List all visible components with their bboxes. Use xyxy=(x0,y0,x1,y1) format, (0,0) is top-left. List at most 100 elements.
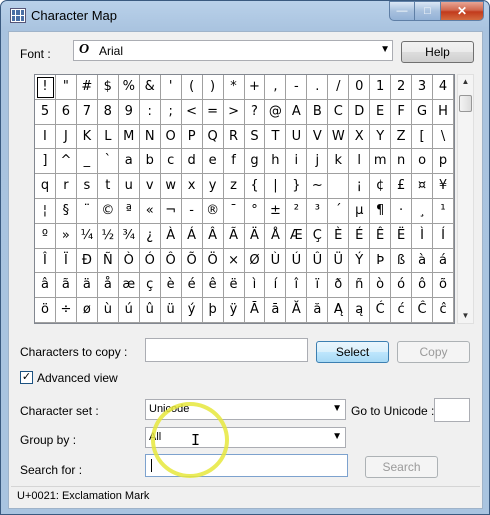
character-cell[interactable]: ó xyxy=(391,273,413,299)
character-cell[interactable]: O xyxy=(160,124,182,150)
character-cell[interactable]: · xyxy=(391,198,413,224)
character-cell[interactable]: é xyxy=(181,273,203,299)
character-cell[interactable]: â xyxy=(35,273,56,299)
character-cell[interactable]: Ú xyxy=(286,248,308,274)
character-cell[interactable]: ® xyxy=(202,198,224,224)
character-cell[interactable]: P xyxy=(181,124,203,150)
character-cell[interactable]: ¾ xyxy=(118,223,140,249)
character-cell[interactable]: Ä xyxy=(244,223,266,249)
character-cell[interactable]: Ë xyxy=(391,223,413,249)
character-cell[interactable]: Ø xyxy=(244,248,266,274)
character-cell[interactable]: j xyxy=(307,149,329,175)
scroll-up-arrow-icon[interactable]: ▲ xyxy=(458,75,473,89)
character-cell[interactable]: © xyxy=(97,198,119,224)
characters-to-copy-input[interactable] xyxy=(145,338,308,362)
character-cell[interactable]: ā xyxy=(265,298,287,323)
character-cell[interactable]: R xyxy=(223,124,245,150)
character-cell[interactable]: W xyxy=(328,124,350,150)
character-cell[interactable]: Á xyxy=(181,223,203,249)
character-cell[interactable]: e xyxy=(202,149,224,175)
character-cell[interactable]: Q xyxy=(202,124,224,150)
character-cell[interactable]: Ê xyxy=(370,223,392,249)
character-cell[interactable]: # xyxy=(76,75,98,100)
character-cell[interactable]: Ö xyxy=(202,248,224,274)
character-cell[interactable]: > xyxy=(223,99,245,125)
character-cell[interactable]: Å xyxy=(265,223,287,249)
character-cell[interactable]: º xyxy=(35,223,56,249)
character-cell[interactable]: Ý xyxy=(349,248,371,274)
character-cell[interactable]: | xyxy=(265,174,287,199)
character-cell[interactable]: Ĉ xyxy=(412,298,434,323)
character-cell[interactable]: L xyxy=(97,124,119,150)
close-button[interactable]: ✕ xyxy=(441,1,484,21)
character-cell[interactable]: w xyxy=(160,174,182,199)
character-cell[interactable]: X xyxy=(349,124,371,150)
character-cell[interactable]: ¦ xyxy=(35,198,56,224)
character-cell[interactable]: ¼ xyxy=(76,223,98,249)
character-cell[interactable]: [ xyxy=(412,124,434,150)
character-cell[interactable]: § xyxy=(55,198,77,224)
character-cell[interactable]: ü xyxy=(160,298,182,323)
character-cell[interactable]: ´ xyxy=(328,198,350,224)
character-cell[interactable]: ¤ xyxy=(412,174,434,199)
character-cell[interactable]: h xyxy=(265,149,287,175)
character-cell[interactable]: o xyxy=(412,149,434,175)
character-cell[interactable]: ò xyxy=(370,273,392,299)
character-cell[interactable]: $ xyxy=(97,75,119,100)
character-cell[interactable]: ß xyxy=(391,248,413,274)
character-cell[interactable]: + xyxy=(244,75,266,100)
character-cell[interactable]: p xyxy=(433,149,454,175)
character-cell[interactable]: V xyxy=(307,124,329,150)
character-cell[interactable]: y xyxy=(202,174,224,199)
character-cell[interactable]: µ xyxy=(349,198,371,224)
character-cell[interactable]: á xyxy=(433,248,454,274)
character-cell[interactable]: Ç xyxy=(307,223,329,249)
character-cell[interactable]: B xyxy=(307,99,329,125)
character-cell[interactable]: ć xyxy=(391,298,413,323)
character-cell[interactable]: ö xyxy=(35,298,56,323)
character-cell[interactable]: g xyxy=(244,149,266,175)
character-cell[interactable]: ô xyxy=(412,273,434,299)
character-cell[interactable]: q xyxy=(35,174,56,199)
character-map-app-icon[interactable] xyxy=(10,8,26,23)
character-cell[interactable]: « xyxy=(139,198,161,224)
character-cell[interactable]: - xyxy=(286,75,308,100)
character-cell[interactable]: ^ xyxy=(55,149,77,175)
character-cell[interactable]: & xyxy=(139,75,161,100)
character-cell[interactable]: _ xyxy=(76,149,98,175)
character-cell[interactable]: F xyxy=(391,99,413,125)
character-cell[interactable]: Ï xyxy=(55,248,77,274)
character-cell[interactable]: < xyxy=(181,99,203,125)
character-cell[interactable]: I xyxy=(35,124,56,150)
character-cell[interactable]: Û xyxy=(307,248,329,274)
character-cell[interactable]: ú xyxy=(118,298,140,323)
search-button[interactable]: Search xyxy=(365,456,438,478)
character-cell[interactable]: ÷ xyxy=(55,298,77,323)
character-cell[interactable]: ) xyxy=(202,75,224,100)
character-cell[interactable]: ç xyxy=(139,273,161,299)
character-cell[interactable]: , xyxy=(265,75,287,100)
character-cell[interactable]: 2 xyxy=(391,75,413,100)
character-cell[interactable]: ý xyxy=(181,298,203,323)
character-cell[interactable]: b xyxy=(139,149,161,175)
character-cell[interactable]: ` xyxy=(97,149,119,175)
character-cell[interactable]: É xyxy=(349,223,371,249)
character-cell[interactable]: î xyxy=(286,273,308,299)
character-cell[interactable]: ¢ xyxy=(370,174,392,199)
character-grid[interactable]: ! " # $% & '() * +, -./0 1 2 3 4 5 6 7 8 9:; < = >? @ A B C D E F G H… xyxy=(34,74,455,324)
select-button[interactable]: Select xyxy=(316,341,389,363)
character-cell[interactable]: H xyxy=(433,99,454,125)
character-cell[interactable]: E xyxy=(370,99,392,125)
character-cell[interactable]: C xyxy=(328,99,350,125)
character-cell[interactable]: A xyxy=(286,99,308,125)
copy-button[interactable]: Copy xyxy=(397,341,470,363)
character-cell[interactable]: Ó xyxy=(139,248,161,274)
character-cell[interactable]: ~ xyxy=(307,174,329,199)
character-cell[interactable]: Y xyxy=(370,124,392,150)
character-cell[interactable]: c xyxy=(160,149,182,175)
character-cell[interactable]: @ xyxy=(265,99,287,125)
character-cell[interactable]: í xyxy=(265,273,287,299)
character-cell[interactable]: x xyxy=(181,174,203,199)
character-cell[interactable]: À xyxy=(160,223,182,249)
minimize-button[interactable]: — xyxy=(389,1,415,21)
